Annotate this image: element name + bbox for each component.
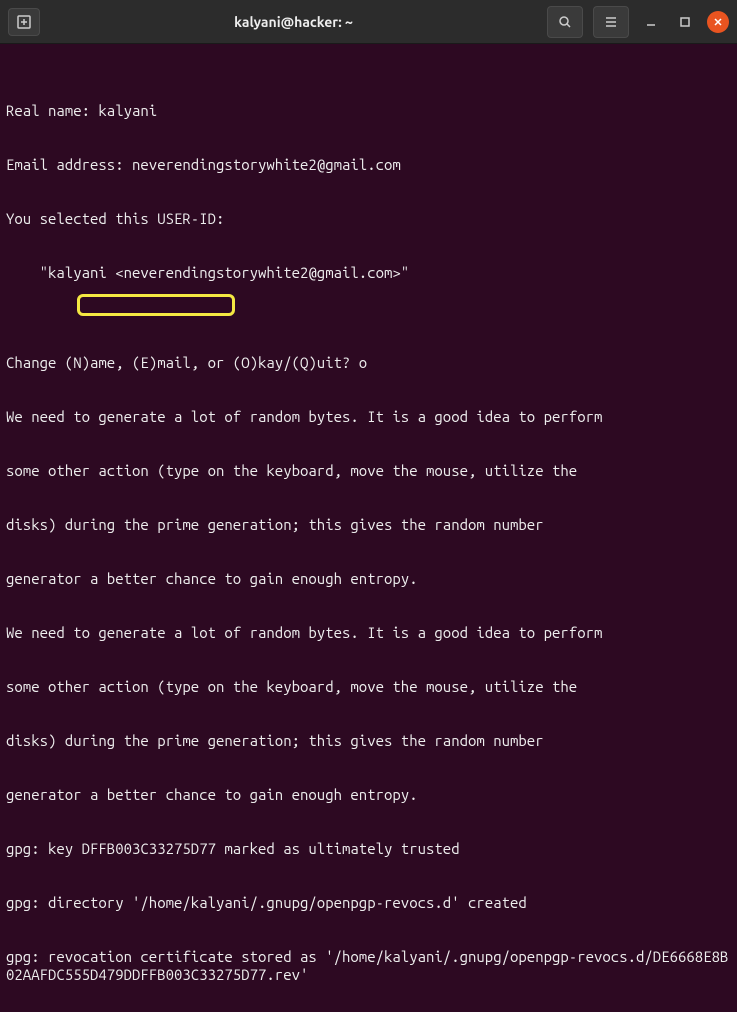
terminal-line: gpg: directory '/home/kalyani/.gnupg/ope… bbox=[6, 894, 731, 912]
key-highlight-box bbox=[77, 294, 235, 316]
terminal-line: disks) during the prime generation; this… bbox=[6, 732, 731, 750]
window-title: kalyani@hacker: ~ bbox=[40, 14, 547, 30]
new-tab-icon bbox=[17, 15, 31, 29]
terminal-line: some other action (type on the keyboard,… bbox=[6, 678, 731, 696]
terminal-line: Email address: neverendingstorywhite2@gm… bbox=[6, 156, 731, 174]
terminal-line: gpg: revocation certificate stored as '/… bbox=[6, 948, 731, 984]
terminal-line: We need to generate a lot of random byte… bbox=[6, 408, 731, 426]
hamburger-icon bbox=[604, 15, 618, 29]
terminal-line: disks) during the prime generation; this… bbox=[6, 516, 731, 534]
terminal-line: gpg: key DFFB003C33275D77 marked as ulti… bbox=[6, 840, 731, 858]
menu-button[interactable] bbox=[593, 6, 629, 38]
titlebar-right bbox=[547, 6, 729, 38]
search-icon bbox=[558, 15, 572, 29]
maximize-button[interactable] bbox=[673, 10, 697, 34]
terminal-line: Real name: kalyani bbox=[6, 102, 731, 120]
titlebar-left bbox=[8, 8, 40, 36]
terminal-line: We need to generate a lot of random byte… bbox=[6, 624, 731, 642]
close-icon bbox=[713, 17, 723, 27]
titlebar: kalyani@hacker: ~ bbox=[0, 0, 737, 44]
minimize-button[interactable] bbox=[639, 10, 663, 34]
search-button[interactable] bbox=[547, 6, 583, 38]
terminal-line: "kalyani <neverendingstorywhite2@gmail.c… bbox=[6, 264, 731, 282]
terminal-line: Change (N)ame, (E)mail, or (O)kay/(Q)uit… bbox=[6, 354, 731, 372]
terminal-output[interactable]: Real name: kalyani Email address: nevere… bbox=[0, 44, 737, 1012]
minimize-icon bbox=[645, 16, 657, 28]
new-tab-button[interactable] bbox=[8, 8, 40, 36]
terminal-line: generator a better chance to gain enough… bbox=[6, 570, 731, 588]
terminal-line: some other action (type on the keyboard,… bbox=[6, 462, 731, 480]
maximize-icon bbox=[679, 16, 691, 28]
close-button[interactable] bbox=[707, 11, 729, 33]
terminal-line: generator a better chance to gain enough… bbox=[6, 786, 731, 804]
terminal-line: You selected this USER-ID: bbox=[6, 210, 731, 228]
